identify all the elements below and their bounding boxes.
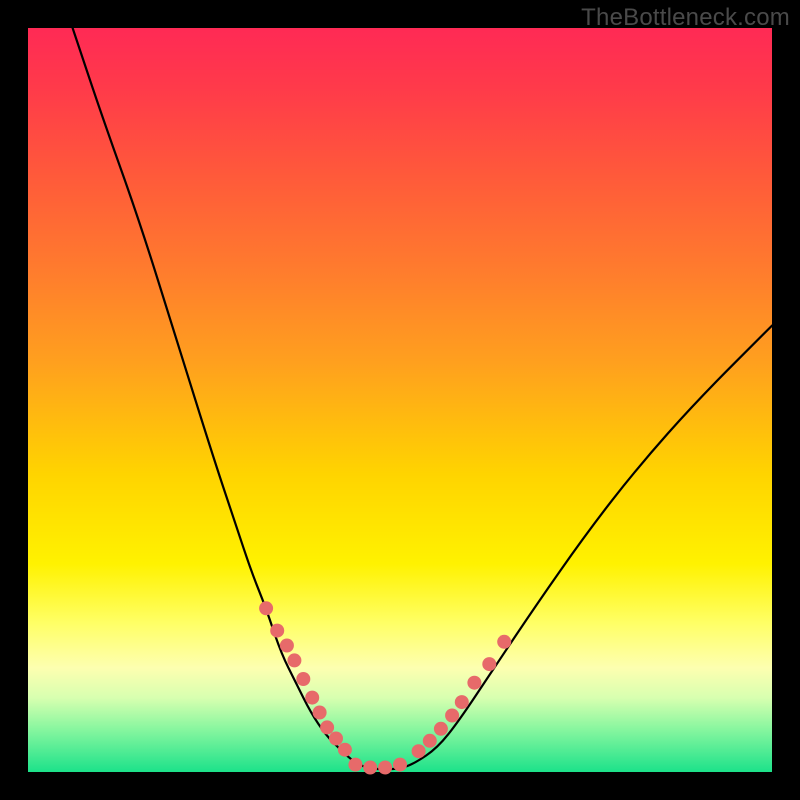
data-markers	[259, 601, 511, 774]
marker-dot	[412, 744, 426, 758]
marker-dot	[467, 676, 481, 690]
marker-dot	[482, 657, 496, 671]
marker-dot	[296, 672, 310, 686]
marker-dot	[455, 695, 469, 709]
marker-dot	[338, 743, 352, 757]
marker-dot	[363, 761, 377, 775]
marker-dot	[280, 639, 294, 653]
marker-dot	[270, 624, 284, 638]
curve-svg	[28, 28, 772, 772]
marker-dot	[320, 720, 334, 734]
marker-dot	[423, 734, 437, 748]
marker-dot	[445, 709, 459, 723]
plot-area	[28, 28, 772, 772]
marker-dot	[329, 732, 343, 746]
marker-dot	[393, 758, 407, 772]
marker-dot	[378, 761, 392, 775]
marker-dot	[434, 722, 448, 736]
marker-dot	[348, 758, 362, 772]
chart-frame: TheBottleneck.com	[0, 0, 800, 800]
marker-dot	[259, 601, 273, 615]
marker-dot	[313, 706, 327, 720]
marker-dot	[287, 653, 301, 667]
marker-dot	[497, 635, 511, 649]
marker-dot	[305, 691, 319, 705]
bottleneck-curve	[73, 28, 772, 769]
